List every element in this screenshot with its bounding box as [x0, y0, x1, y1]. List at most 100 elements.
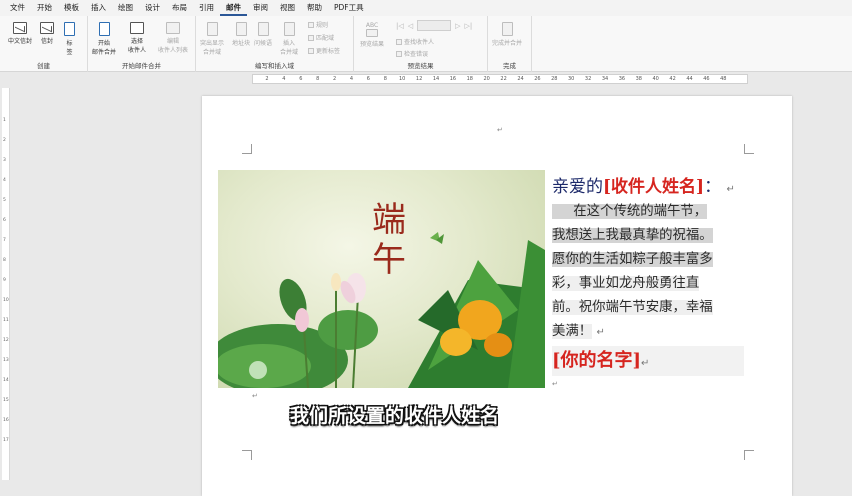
menu-item[interactable]: 模板 [58, 0, 85, 16]
edit-list-icon [166, 22, 180, 34]
edit-recipient-list-button[interactable]: 编辑 收件人列表 [158, 22, 188, 54]
ruler-number: 8 [383, 76, 387, 82]
highlight-merge-fields-button[interactable]: 突出显示 合并域 [200, 22, 224, 56]
ruler-number: 10 [399, 76, 406, 82]
chinese-envelope-button[interactable]: 中文信封 [8, 22, 32, 45]
recipient-name-merge-field[interactable]: [收件人姓名] [603, 177, 704, 197]
ruler-number: 38 [635, 76, 642, 82]
address-block-icon [235, 22, 247, 36]
vertical-ruler-number: 7 [3, 238, 6, 243]
document-page[interactable]: ↵ 端 午 ↵ 亲爱的[收件人姓名]： ↵ 在这个传统的端午节， 我想送上我最真… [202, 96, 792, 496]
menu-item[interactable]: 帮助 [301, 0, 328, 16]
record-navigation: |◁ ◁ ▷ ▷| [396, 20, 472, 31]
vertical-ruler-number: 12 [3, 338, 9, 343]
ruler-number: 12 [415, 76, 423, 82]
menu-item[interactable]: 开始 [31, 0, 58, 16]
next-record-icon[interactable]: ▷ [455, 22, 460, 30]
crop-mark-bottom-right [744, 450, 754, 460]
first-record-icon[interactable]: |◁ [396, 22, 404, 30]
body-line-5: 前。祝你端午节安康，幸福 [552, 300, 713, 315]
envelope-icon [13, 22, 27, 34]
letter-body[interactable]: 在这个传统的端午节， 我想送上我最真挚的祝福。 愿你的生活如粽子般丰富多 彩，事… [552, 200, 744, 344]
menu-item[interactable]: 引用 [193, 0, 220, 16]
ruler-number: 46 [703, 76, 710, 82]
menu-item[interactable]: 设计 [139, 0, 166, 16]
menu-item[interactable]: 插入 [85, 0, 112, 16]
update-labels-icon [308, 47, 314, 54]
ruler-number: 26 [534, 76, 541, 82]
menu-item[interactable]: PDF工具 [328, 0, 370, 16]
match-fields-icon [308, 34, 314, 41]
group-label-finish: 完成 [503, 62, 516, 70]
recipients-icon [130, 22, 144, 34]
previous-record-icon[interactable]: ◁ [408, 22, 413, 30]
record-number-input[interactable] [417, 20, 452, 31]
group-label-create: 创建 [37, 62, 50, 70]
last-record-icon[interactable]: ▷| [465, 22, 473, 30]
start-mail-merge-button[interactable]: 开始 邮件合并 [92, 22, 116, 56]
ruler-number: 40 [652, 76, 659, 82]
finish-merge-icon [501, 22, 513, 36]
sender-name-merge-field[interactable]: [你的名字] [552, 350, 641, 371]
vertical-ruler-number: 13 [3, 358, 9, 363]
vertical-ruler-number: 14 [3, 378, 9, 383]
envelope-icon [40, 22, 54, 34]
insert-field-icon [283, 22, 295, 36]
vertical-ruler-number: 16 [3, 418, 9, 423]
ruler-number: 48 [720, 76, 727, 82]
envelope-button[interactable]: 信封 [40, 22, 54, 45]
vertical-ruler-number: 1 [3, 118, 6, 123]
ruler-number: 4 [349, 76, 354, 82]
paragraph-mark: ↵ [726, 184, 735, 195]
menu-item[interactable]: 审阅 [247, 0, 274, 16]
ruler-number: 34 [601, 76, 609, 82]
check-errors-button[interactable]: 检查错误 [396, 49, 428, 58]
ruler-number: 18 [466, 76, 473, 82]
abc-icon: ABC [365, 22, 379, 29]
vertical-ruler-number: 4 [3, 178, 6, 183]
match-fields-button[interactable]: 匹配域 [308, 33, 334, 42]
ruler-number: 42 [669, 76, 676, 82]
menu-item[interactable]: 邮件 [220, 0, 247, 16]
crop-mark-top-left [242, 144, 252, 154]
preview-results-button[interactable]: ABC 预览结果 [360, 22, 384, 48]
greeting-line-icon [257, 22, 269, 36]
insert-merge-field-button[interactable]: 插入 合并域 [280, 22, 298, 56]
body-line-3: 愿你的生活如粽子般丰富多 [552, 252, 713, 267]
address-block-button[interactable]: 地址块 [232, 22, 250, 47]
signature-line[interactable]: [你的名字]↵ [552, 346, 744, 376]
ruler-number: 22 [500, 76, 507, 82]
ruler-number: 44 [686, 76, 693, 82]
menu-item[interactable]: 视图 [274, 0, 301, 16]
find-recipient-icon [396, 38, 402, 45]
finish-merge-button[interactable]: 完成并合并 [492, 22, 522, 47]
ruler-number: 8 [316, 76, 320, 82]
menu-bar: 文件 开始 模板 插入 绘图 设计 布局 引用 邮件 审阅 视图 帮助 PDF工具 [0, 0, 852, 16]
ruler-number: 36 [618, 76, 626, 82]
ruler-number: 6 [366, 76, 370, 82]
update-labels-button[interactable]: 更新标签 [308, 46, 340, 55]
ruler-number: 2 [333, 76, 337, 82]
dragon-boat-festival-image[interactable]: 端 午 [218, 170, 545, 388]
greeting-line-button[interactable]: 问候语 [254, 22, 272, 47]
menu-item[interactable]: 布局 [166, 0, 193, 16]
greeting-line[interactable]: 亲爱的[收件人姓名]： ↵ [552, 172, 735, 197]
vertical-ruler[interactable]: 1 2 3 4 5 6 7 8 9 10 11 12 13 14 15 16 17 [2, 88, 10, 480]
crop-mark-top-right [744, 144, 754, 154]
labels-button[interactable]: 标 签 [64, 22, 75, 56]
ruler-number: 30 [568, 76, 575, 82]
ruler-number: 14 [432, 76, 440, 82]
rules-button[interactable]: 规则 [308, 20, 328, 29]
vertical-ruler-number: 3 [3, 158, 6, 163]
ruler-number: 20 [483, 76, 490, 82]
vertical-ruler-number: 15 [3, 398, 9, 403]
menu-item[interactable]: 文件 [4, 0, 31, 16]
ribbon: 中文信封 信封 标 签 创建 开始 邮件合并 选择 收件人 编辑 收件人列表 开… [0, 16, 852, 72]
festival-title-vertical: 端 午 [372, 200, 406, 280]
find-recipient-button[interactable]: 查找收件人 [396, 37, 434, 46]
menu-item[interactable]: 绘图 [112, 0, 139, 16]
ruler-number: 2 [265, 76, 269, 82]
body-line-2: 我想送上我最真挚的祝福。 [552, 228, 713, 243]
horizontal-ruler[interactable]: 2 4 6 8 2 4 6 8 10 12 14 16 18 20 22 24 26 28 30 32 34 36 38 40… [252, 74, 748, 84]
select-recipients-button[interactable]: 选择 收件人 [128, 22, 146, 54]
